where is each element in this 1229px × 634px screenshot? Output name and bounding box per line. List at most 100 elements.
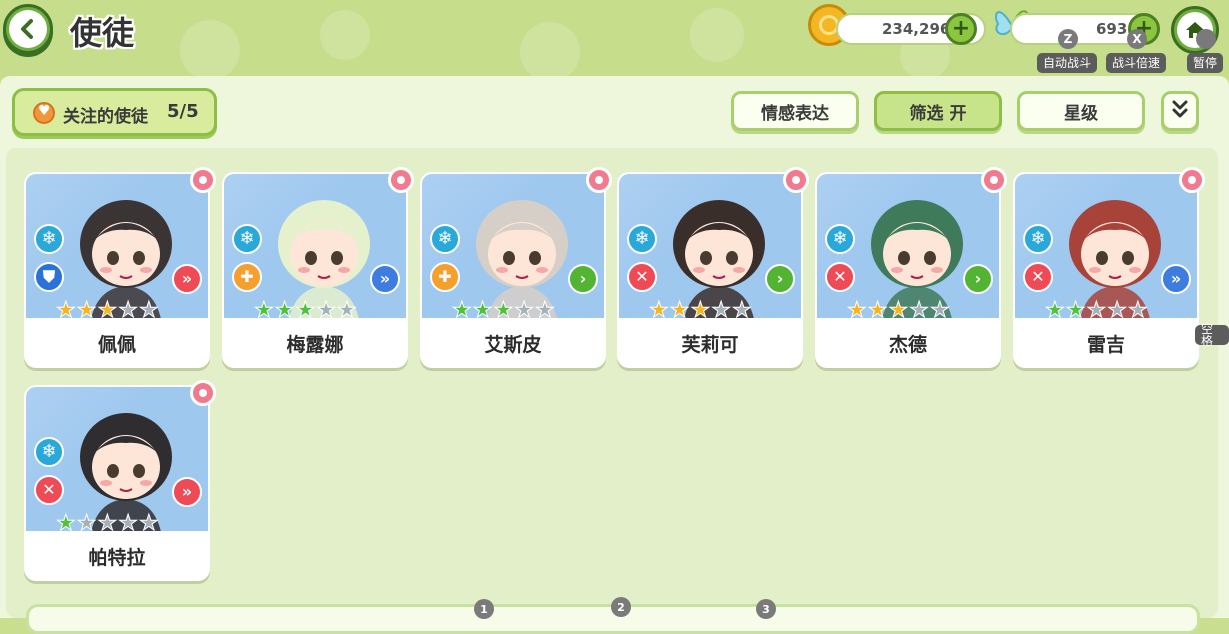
apostle-name: 杰德 (815, 318, 1001, 368)
filled-star-icon: ★ (452, 298, 473, 320)
ice-icon: ❄ (34, 437, 64, 467)
empty-star-icon: ★ (97, 511, 118, 533)
back-arrow-icon (9, 10, 47, 48)
apostle-portrait: ❄ ✚ › ★ ★ ★ ★ ★ (420, 172, 606, 320)
swords-icon: ✕ (1023, 262, 1053, 292)
double-chevron-icon: » (1161, 264, 1191, 294)
empty-star-icon: ★ (711, 298, 732, 320)
ice-icon: ❄ (34, 224, 64, 254)
filled-star-icon: ★ (254, 298, 275, 320)
number-badge-1: 1 (474, 599, 494, 619)
chevron-icon: › (963, 264, 993, 294)
filled-star-icon: ★ (1065, 298, 1086, 320)
chevron-icon: › (568, 264, 598, 294)
apostle-card[interactable]: ❄ ✕ » ★ ★ ★ ★ ★ 帕特拉 (24, 380, 216, 583)
filled-star-icon: ★ (867, 298, 888, 320)
star-rating: ★ ★ ★ ★ ★ (56, 511, 160, 533)
apostle-name: 芙莉可 (617, 318, 803, 368)
apostle-portrait: ❄ ✕ » ★ ★ ★ ★ ★ (24, 385, 210, 533)
filled-star-icon: ★ (97, 298, 118, 320)
star-rank-button[interactable]: 星级 (1017, 91, 1145, 131)
apostle-card[interactable]: ❄ ✕ › ★ ★ ★ ★ ★ 芙莉可 (617, 167, 809, 370)
ice-icon: ❄ (430, 224, 460, 254)
empty-star-icon: ★ (514, 298, 535, 320)
flower-favorite-icon[interactable] (586, 167, 612, 193)
swords-icon: ✕ (825, 262, 855, 292)
empty-star-icon: ★ (534, 298, 555, 320)
add-gold-button[interactable]: + (945, 13, 977, 45)
empty-star-icon: ★ (1107, 298, 1128, 320)
heal-cross-icon: ✚ (232, 262, 262, 292)
background-decoration (180, 20, 240, 80)
star-rating: ★ ★ ★ ★ ★ (649, 298, 753, 320)
chevron-icon: › (765, 264, 795, 294)
double-chevron-icon: » (370, 264, 400, 294)
space-key-hint: 空格 (1195, 323, 1229, 347)
swords-icon: ✕ (627, 262, 657, 292)
emotion-expression-button[interactable]: 情感表达 (731, 91, 859, 131)
filled-star-icon: ★ (888, 298, 909, 320)
filled-star-icon: ★ (649, 298, 670, 320)
apostle-name: 梅露娜 (222, 318, 408, 368)
heal-cross-icon: ✚ (430, 262, 460, 292)
auto-battle-label[interactable]: 自动战斗 (1037, 53, 1098, 73)
star-rating: ★ ★ ★ ★ ★ (254, 298, 358, 320)
filled-star-icon: ★ (669, 298, 690, 320)
apostle-card[interactable]: ❄ ✚ › ★ ★ ★ ★ ★ 艾斯皮 (420, 167, 612, 370)
filled-star-icon: ★ (56, 511, 77, 533)
ice-icon: ❄ (825, 224, 855, 254)
expand-filters-button[interactable] (1161, 91, 1199, 131)
apostle-name: 佩佩 (24, 318, 210, 368)
ice-icon: ❄ (232, 224, 262, 254)
empty-star-icon: ★ (118, 511, 139, 533)
background-decoration (690, 8, 744, 62)
flower-favorite-icon[interactable] (190, 380, 216, 406)
apostle-portrait: ❄ ✕» ★ ★ ★ ★ ★ (1013, 172, 1199, 320)
heart-icon (33, 102, 55, 124)
star-rating: ★ ★ ★ ★ ★ (1045, 298, 1149, 320)
battle-speed-label[interactable]: 战斗倍速 (1106, 53, 1167, 73)
swords-icon: ✕ (34, 475, 64, 505)
apostle-portrait: ❄ ✕ › ★ ★ ★ ★ ★ (617, 172, 803, 320)
pause-label[interactable]: 暂停 (1187, 53, 1224, 73)
number-badge-3: 3 (756, 599, 776, 619)
back-button[interactable] (3, 4, 53, 54)
empty-star-icon: ★ (929, 298, 950, 320)
double-chevron-down-icon (1171, 99, 1189, 123)
apostle-portrait: ❄ ✕ › ★ ★ ★ ★ ★ (815, 172, 1001, 320)
apostle-card[interactable]: ❄ ✕ › ★ ★ ★ ★ ★ 杰德 (815, 167, 1007, 370)
filter-toggle-button[interactable]: 筛选 开 (874, 91, 1002, 131)
apostle-card[interactable]: ❄ ✕» ★ ★ ★ ★ ★ 雷吉 (1013, 167, 1205, 370)
flower-favorite-icon[interactable] (388, 167, 414, 193)
star-rating: ★ ★ ★ ★ ★ (452, 298, 556, 320)
filled-star-icon: ★ (295, 298, 316, 320)
flower-favorite-icon[interactable] (1179, 167, 1205, 193)
ice-icon: ❄ (627, 224, 657, 254)
apostle-card[interactable]: ❄ ⛊» ★ ★ ★ ★ ★ 佩佩 (24, 167, 216, 370)
flower-favorite-icon[interactable] (783, 167, 809, 193)
page-title: 使徒 (70, 14, 135, 52)
flower-favorite-icon[interactable] (981, 167, 1007, 193)
empty-star-icon: ★ (138, 511, 159, 533)
filled-star-icon: ★ (76, 298, 97, 320)
apostle-portrait: ❄ ⛊» ★ ★ ★ ★ ★ (24, 172, 210, 320)
number-badge-2: 2 (611, 597, 631, 617)
apostle-name: 帕特拉 (24, 531, 210, 581)
filled-star-icon: ★ (493, 298, 514, 320)
empty-star-icon: ★ (909, 298, 930, 320)
star-rating: ★ ★ ★ ★ ★ (847, 298, 951, 320)
empty-star-icon: ★ (336, 298, 357, 320)
apostle-name: 艾斯皮 (420, 318, 606, 368)
empty-star-icon: ★ (1086, 298, 1107, 320)
followed-apostles-count: 5/5 (167, 101, 199, 122)
filled-star-icon: ★ (472, 298, 493, 320)
filled-star-icon: ★ (690, 298, 711, 320)
gold-amount: 234,296 (882, 20, 951, 38)
hotkey-x-badge: X (1127, 29, 1147, 49)
double-chevron-icon: » (172, 477, 202, 507)
flower-favorite-icon[interactable] (190, 167, 216, 193)
apostle-card[interactable]: ❄ ✚ » ★ ★ ★ ★ ★ 梅露娜 (222, 167, 414, 370)
empty-star-icon: ★ (316, 298, 337, 320)
followed-apostles-label: 关注的使徒 (63, 107, 148, 127)
followed-apostles-button[interactable]: 关注的使徒 5/5 (12, 88, 217, 136)
